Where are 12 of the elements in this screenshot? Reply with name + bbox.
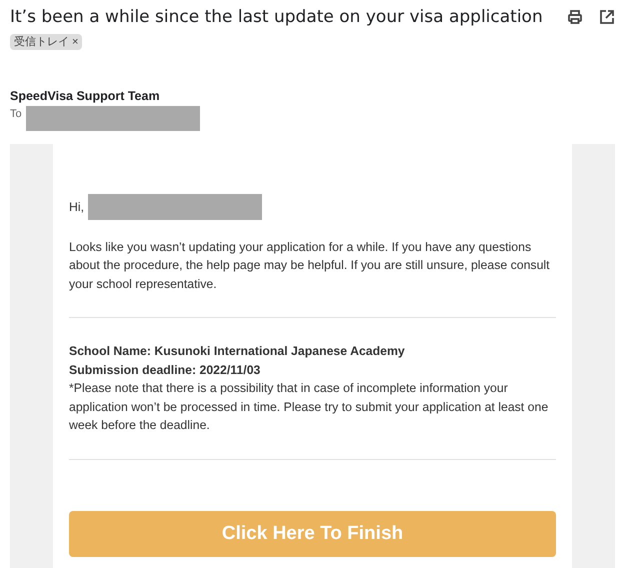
open-in-new-window-icon[interactable] xyxy=(599,9,615,25)
print-icon[interactable] xyxy=(567,9,583,25)
remove-label-button[interactable]: × xyxy=(72,34,78,50)
school-name: School Name: Kusunoki International Japanese Academy xyxy=(69,343,406,360)
intro-paragraph: Looks like you wasn’t updating your application for a while. If you have any questions about the procedure, the help page may be helpful. If you are still unsure, please consult your school representative. xyxy=(69,238,551,293)
sender-name: SpeedVisa Support Team xyxy=(10,88,161,105)
greeting-text: Hi, xyxy=(69,198,84,216)
submission-deadline: Submission deadline: 2022/11/03 xyxy=(69,362,262,379)
note-paragraph: *Please note that there is a possibility that in case of incomplete information your application won’t be processed in time. Please try to submit your application at least one week before the deadline. xyxy=(69,380,550,434)
email-subject: It’s been a while since the last update on your visa application xyxy=(10,6,543,29)
to-label: To xyxy=(10,106,22,122)
label-text: 受信トレイ xyxy=(14,34,69,50)
